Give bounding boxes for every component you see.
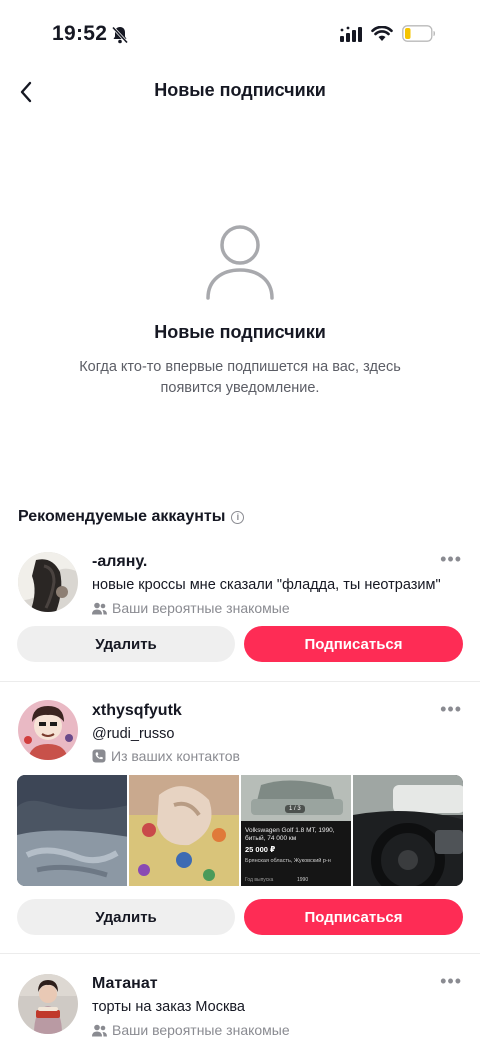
account-reason: Из ваших контактов (92, 748, 240, 764)
bell-muted-icon (111, 26, 129, 49)
remove-button[interactable]: Удалить (17, 899, 235, 935)
divider (0, 953, 480, 954)
account-reason: Ваши вероятные знакомые (92, 1022, 290, 1038)
empty-state: Новые подписчики Когда кто-то впервые по… (0, 222, 480, 399)
avatar[interactable] (18, 974, 78, 1034)
video-thumbnail[interactable] (17, 775, 127, 886)
signal-icon (340, 26, 362, 47)
account-reason-text: Ваши вероятные знакомые (112, 1022, 290, 1038)
info-icon[interactable]: i (231, 510, 245, 524)
page-title: Новые подписчики (154, 80, 326, 100)
video-thumbnail[interactable]: 1 / 3 Volkswagen Golf 1.8 MT, 1990, биты… (241, 775, 351, 886)
video-previews: 1 / 3 Volkswagen Golf 1.8 MT, 1990, биты… (17, 775, 463, 886)
recommended-title-text: Рекомендуемые аккаунты (18, 508, 226, 525)
user-outline-icon (206, 225, 274, 300)
nav-bar: Новые подписчики (0, 70, 480, 114)
avatar[interactable] (18, 700, 78, 760)
more-options-icon[interactable]: ••• (440, 700, 462, 718)
listing-counter: 1 / 3 (285, 805, 305, 813)
people-icon (92, 1024, 107, 1036)
account-bio: новые кроссы мне сказали "фладда, ты нео… (92, 577, 441, 593)
account-reason-text: Из ваших контактов (111, 748, 240, 764)
status-indicators (340, 25, 436, 47)
listing-title: Volkswagen Golf 1.8 MT, 1990, битый, 74 … (245, 827, 335, 842)
account-name[interactable]: -аляну. (92, 553, 147, 571)
wifi-icon (371, 25, 393, 47)
more-options-icon[interactable]: ••• (440, 972, 462, 990)
remove-button[interactable]: Удалить (17, 626, 235, 662)
status-time: 19:52 (52, 22, 108, 45)
video-thumbnail[interactable] (129, 775, 239, 886)
phone-icon (92, 749, 106, 763)
video-thumbnail[interactable] (353, 775, 463, 886)
more-options-icon[interactable]: ••• (440, 550, 462, 568)
listing-year-label: Год выпуска (245, 877, 274, 883)
account-bio: торты на заказ Москва (92, 999, 245, 1015)
listing-year: 1990 (297, 877, 309, 883)
account-reason: Ваши вероятные знакомые (92, 600, 290, 616)
follow-button[interactable]: Подписаться (244, 626, 463, 662)
follow-button[interactable]: Подписаться (244, 899, 463, 935)
empty-state-description: Когда кто-то впервые подпишется на вас, … (79, 359, 401, 396)
recommended-title: Рекомендуемые аккаунты i (18, 508, 245, 526)
listing-price: 25 000 ₽ (245, 845, 276, 854)
battery-icon (402, 25, 436, 47)
account-bio: @rudi_russo (92, 726, 175, 742)
empty-state-title: Новые подписчики (154, 322, 326, 342)
account-reason-text: Ваши вероятные знакомые (112, 600, 290, 616)
account-name[interactable]: xthysqfyutk (92, 702, 182, 720)
account-name[interactable]: Матанат (92, 975, 158, 993)
people-icon (92, 602, 107, 614)
divider (0, 681, 480, 682)
avatar[interactable] (18, 552, 78, 612)
listing-region: Брянская область, Жуковский р-н (245, 858, 331, 864)
status-bar: 19:52 (0, 0, 480, 70)
